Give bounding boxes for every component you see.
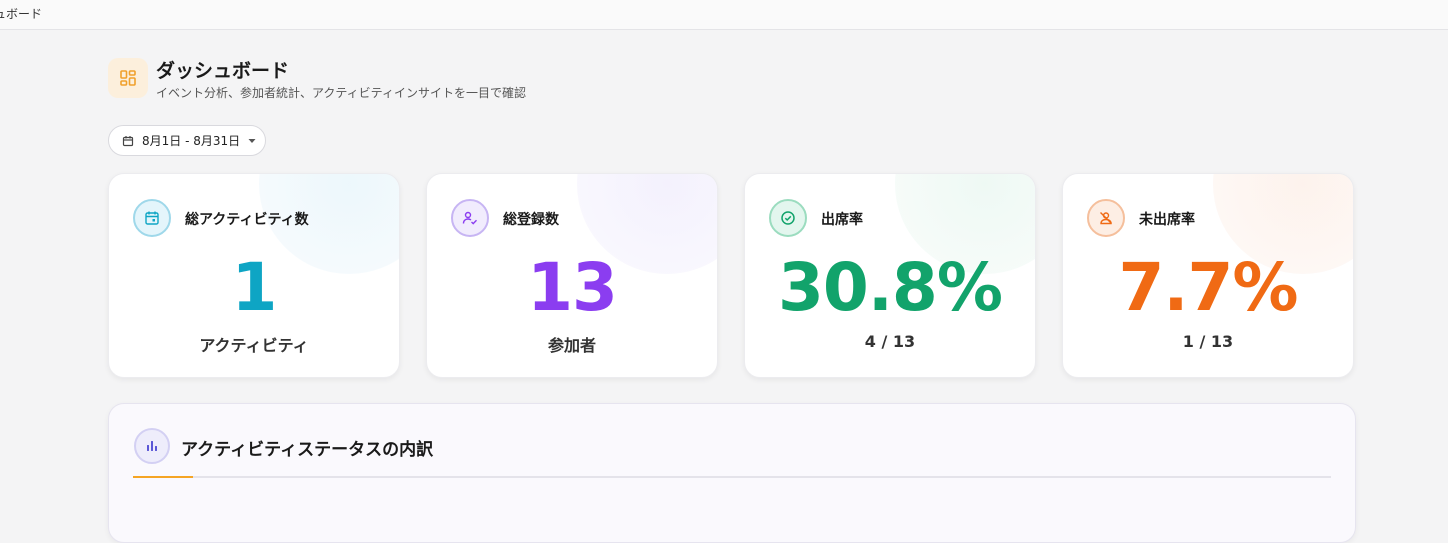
stat-title: 総アクティビティ数 bbox=[185, 212, 309, 228]
stat-subtext: アクティビティ bbox=[199, 336, 309, 355]
dashboard-grid-icon bbox=[108, 58, 148, 98]
stat-subtext: 1 / 13 bbox=[1182, 332, 1234, 351]
stat-value: 1 bbox=[231, 249, 278, 326]
stat-value: 7.7% bbox=[1118, 249, 1298, 326]
date-range-label: 8月1日 - 8月31日 bbox=[142, 134, 241, 148]
panel-title: アクティビティステータスの内訳 bbox=[181, 440, 434, 460]
stat-subtext: 4 / 13 bbox=[864, 332, 916, 351]
stat-card-attendance-rate: 出席率 30.8% 4 / 13 bbox=[744, 173, 1036, 378]
stat-title: 未出席率 bbox=[1139, 212, 1195, 228]
page-subtitle: イベント分析、参加者統計、アクティビティインサイトを一目で確認 bbox=[156, 86, 526, 100]
page-title: ダッシュボード bbox=[156, 60, 290, 82]
stat-value: 13 bbox=[527, 249, 618, 326]
caret-down-icon bbox=[248, 138, 256, 144]
activity-status-panel: アクティビティステータスの内訳 bbox=[108, 403, 1356, 543]
user-off-icon bbox=[1087, 199, 1125, 237]
stat-subtext: 参加者 bbox=[547, 336, 596, 355]
stat-card-absence-rate: 未出席率 7.7% 1 / 13 bbox=[1062, 173, 1354, 378]
calendar-event-icon bbox=[133, 199, 171, 237]
calendar-icon bbox=[122, 135, 134, 147]
stat-card-total-activities: 総アクティビティ数 1 アクティビティ bbox=[108, 173, 400, 378]
user-check-icon bbox=[451, 199, 489, 237]
stat-value: 30.8% bbox=[778, 249, 1003, 326]
window-titlebar: ュボード bbox=[0, 0, 1448, 30]
window-title: ュボード bbox=[0, 7, 43, 21]
check-circle-icon bbox=[769, 199, 807, 237]
stat-title: 出席率 bbox=[821, 212, 863, 228]
bar-chart-icon bbox=[134, 428, 170, 464]
tab-divider bbox=[133, 476, 1331, 478]
active-tab-indicator[interactable] bbox=[133, 476, 193, 478]
date-range-picker[interactable]: 8月1日 - 8月31日 bbox=[108, 125, 266, 156]
stat-title: 総登録数 bbox=[503, 212, 559, 228]
stat-card-total-registrations: 総登録数 13 参加者 bbox=[426, 173, 718, 378]
